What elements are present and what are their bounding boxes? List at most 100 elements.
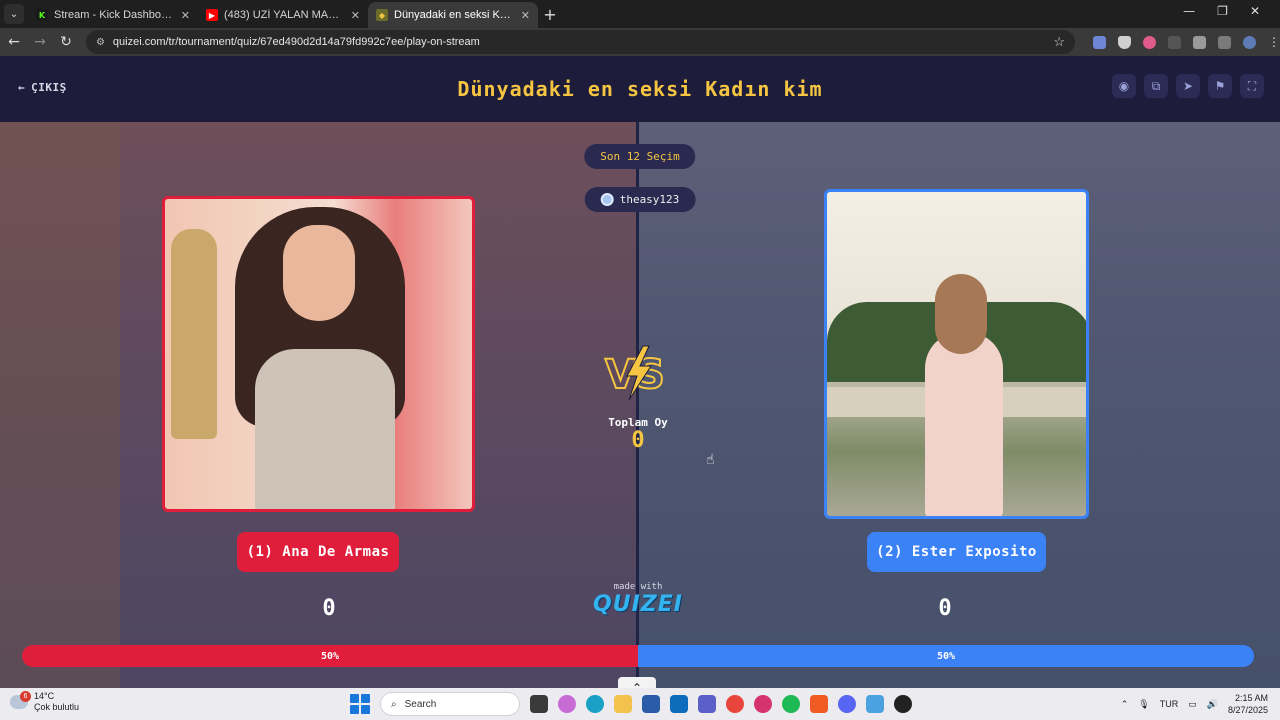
exit-label: ÇIKIŞ <box>31 81 67 94</box>
contestant-right-card[interactable] <box>824 189 1089 519</box>
taskbar-search[interactable]: ⌕ Search <box>380 692 520 716</box>
close-tab-icon[interactable]: ✕ <box>521 9 530 22</box>
extension-icon[interactable] <box>1168 35 1182 49</box>
vote-percentage-bar: 50% 50% <box>22 645 1254 667</box>
youtube-icon: ▶ <box>206 9 218 21</box>
restore-icon[interactable]: ❐ <box>1217 4 1228 18</box>
header-actions: ◉ ⧉ ➤ ⚑ ⛶ <box>1112 74 1264 98</box>
vs-lightning-icon: VS <box>604 345 666 401</box>
discord-icon[interactable] <box>838 695 856 713</box>
quiz-header: ← ÇIKIŞ Dünyadaki en seksi Kadın kim ◉ ⧉… <box>0 56 1280 122</box>
search-placeholder: Search <box>404 698 437 710</box>
chevron-up-icon[interactable]: ⌃ <box>1121 699 1129 710</box>
app-icon[interactable] <box>894 695 912 713</box>
streamer-name: theasy123 <box>619 193 680 206</box>
exit-button[interactable]: ← ÇIKIŞ <box>18 81 67 94</box>
stage-label: Son 12 Seçim <box>600 150 680 163</box>
back-icon[interactable]: ← <box>2 30 26 54</box>
clock-date: 8/27/2025 <box>1227 705 1268 715</box>
weather-widget[interactable]: 6 14°C Çok bulutlu <box>10 691 79 713</box>
extensions-area: ⋮ <box>1093 35 1280 49</box>
task-view-icon[interactable] <box>530 695 548 713</box>
flag-icon[interactable]: ⚑ <box>1208 74 1232 98</box>
site-info-icon[interactable]: ⚙ <box>96 37 105 48</box>
file-explorer-icon[interactable] <box>614 695 632 713</box>
photo-face <box>283 225 355 321</box>
clock-time: 2:15 AM <box>1234 693 1268 703</box>
profile-avatar[interactable] <box>1243 35 1257 49</box>
url-text[interactable]: quizei.com/tr/tournament/quiz/67ed490d2d… <box>113 36 1053 48</box>
tab-search-button[interactable]: ⌄ <box>4 4 24 24</box>
clock[interactable]: 2:15 AM 8/27/2025 <box>1228 692 1268 716</box>
share-icon[interactable]: ⧉ <box>1144 74 1168 98</box>
tab-quizei[interactable]: ◆ Dünyadaki en seksi Kadın kim ✕ <box>368 2 538 28</box>
quiz-page: ← ÇIKIŞ Dünyadaki en seksi Kadın kim ◉ ⧉… <box>0 56 1280 688</box>
outlook-icon[interactable] <box>670 695 688 713</box>
shield-icon[interactable] <box>1118 35 1132 49</box>
streamer-badge: theasy123 <box>584 187 696 212</box>
language-indicator[interactable]: TUR <box>1160 699 1179 709</box>
close-tab-icon[interactable]: ✕ <box>181 9 190 22</box>
windows-start-icon[interactable] <box>350 694 370 714</box>
extension-icon[interactable] <box>1093 35 1107 49</box>
tab-title: (483) UZİ YALAN MAKİNESİNDE <box>224 9 345 21</box>
browser-tab-strip: ⌄ K Stream - Kick Dashboard ✕ ▶ (483) UZ… <box>0 0 1280 28</box>
address-bar[interactable]: ⚙ quizei.com/tr/tournament/quiz/67ed490d… <box>85 30 1076 54</box>
contestant-left-card[interactable] <box>162 196 475 512</box>
streamer-avatar <box>600 193 614 206</box>
weather-desc: Çok bulutlu <box>34 702 80 712</box>
forward-icon[interactable]: → <box>28 30 52 54</box>
copilot-icon[interactable] <box>558 695 576 713</box>
vote-left-button[interactable]: (1) Ana De Armas <box>237 532 399 572</box>
photo-hair <box>935 274 987 354</box>
reload-icon[interactable]: ↻ <box>54 30 78 54</box>
spotify-icon[interactable] <box>782 695 800 713</box>
tab-kick-dashboard[interactable]: K Stream - Kick Dashboard ✕ <box>28 2 198 28</box>
browser-menu-icon[interactable]: ⋮ <box>1268 35 1280 49</box>
arrow-left-icon: ← <box>18 81 26 94</box>
close-window-icon[interactable]: ✕ <box>1250 4 1260 18</box>
quiz-title: Dünyadaki en seksi Kadın kim <box>457 77 823 101</box>
chevron-up-icon[interactable]: ⌃ <box>618 677 656 688</box>
opera-icon[interactable] <box>754 695 772 713</box>
close-tab-icon[interactable]: ✕ <box>351 9 360 22</box>
tab-youtube[interactable]: ▶ (483) UZİ YALAN MAKİNESİNDE ✕ <box>198 2 368 28</box>
taskbar-apps: ⌕ Search <box>350 692 912 716</box>
store-icon[interactable] <box>642 695 660 713</box>
match-arena: Son 12 Seçim theasy123 (1) Ana De Armas … <box>0 122 1280 688</box>
search-icon: ⌕ <box>391 698 397 710</box>
chrome-icon[interactable] <box>726 695 744 713</box>
stage-badge: Son 12 Seçim <box>584 144 696 169</box>
left-percent-bar: 50% <box>22 645 638 667</box>
left-vote-count: 0 <box>322 596 336 621</box>
minimize-icon[interactable]: — <box>1183 4 1195 18</box>
tab-title: Dünyadaki en seksi Kadın kim <box>394 9 515 21</box>
edge-icon[interactable] <box>586 695 604 713</box>
total-votes-value: 0 <box>631 428 645 453</box>
extensions-puzzle-icon[interactable] <box>1193 35 1207 49</box>
system-tray: ⌃ 🎙 TUR ▭ 🔊 2:15 AM 8/27/2025 <box>1121 692 1268 716</box>
tab-title: Stream - Kick Dashboard <box>54 9 175 21</box>
photo-body <box>925 332 1003 516</box>
vote-right-button[interactable]: (2) Ester Exposito <box>867 532 1046 572</box>
kick-icon: K <box>36 9 48 21</box>
eye-icon[interactable]: ◉ <box>1112 74 1136 98</box>
quizei-logo[interactable]: QUIZEI <box>588 592 688 617</box>
mouse-cursor-icon: ☝ <box>706 452 715 468</box>
new-tab-button[interactable]: + <box>538 2 562 26</box>
fullscreen-icon[interactable]: ⛶ <box>1240 74 1264 98</box>
app-icon[interactable] <box>866 695 884 713</box>
teams-icon[interactable] <box>698 695 716 713</box>
send-icon[interactable]: ➤ <box>1176 74 1200 98</box>
extension-icon[interactable] <box>1143 35 1157 49</box>
windows-taskbar: 6 14°C Çok bulutlu ⌕ Search ⌃ 🎙 TUR ▭ 🔊 <box>0 688 1280 720</box>
weather-temp: 14°C <box>34 691 55 701</box>
volume-icon[interactable]: 🔊 <box>1207 699 1218 710</box>
made-with-label: made with <box>613 582 663 592</box>
bookmark-star-icon[interactable]: ☆ <box>1053 34 1065 50</box>
brave-icon[interactable] <box>810 695 828 713</box>
display-icon[interactable]: ▭ <box>1188 699 1197 710</box>
window-controls: — ❐ ✕ <box>1183 4 1260 18</box>
reading-list-icon[interactable] <box>1218 35 1232 49</box>
microphone-icon[interactable]: 🎙 <box>1138 699 1149 710</box>
